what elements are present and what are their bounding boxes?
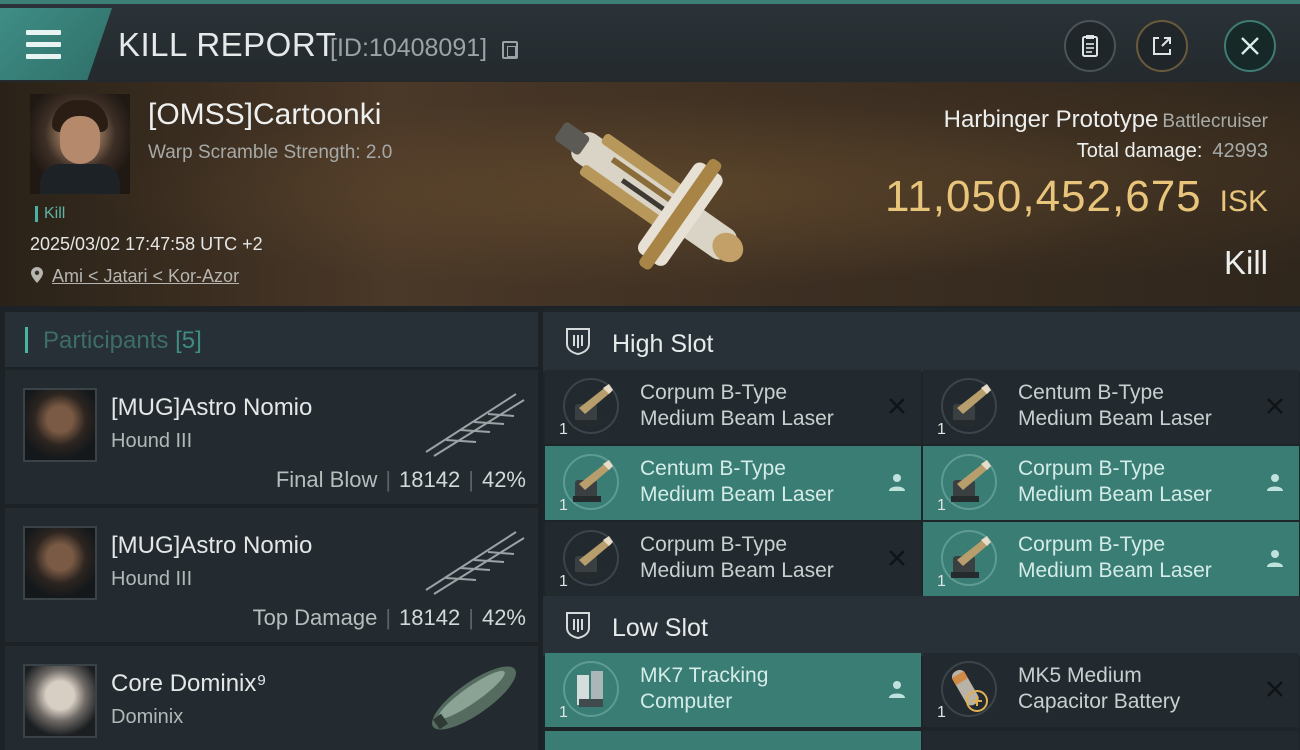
kill-report-window: KILL REPORT [ID:10408091] [OMSS]Cartoonk… (0, 0, 1300, 750)
copy-icon[interactable] (502, 41, 518, 59)
title-bar: KILL REPORT [ID:10408091] (0, 0, 1300, 82)
module-item[interactable]: 1 Corpum B-Type Medium Beam Laser (923, 446, 1299, 520)
beam-laser-icon (563, 378, 619, 434)
module-item[interactable]: 1 Corpum B-Type Medium Beam Laser (923, 522, 1299, 596)
x-icon (1267, 398, 1283, 414)
participant-ship: Hound III (111, 430, 193, 452)
participant-stats: Top Damage | 18142 | 42% (252, 605, 526, 630)
kill-timestamp: 2025/03/02 17:47:58 UTC +2 (30, 234, 263, 254)
close-button[interactable] (1224, 20, 1276, 72)
share-button[interactable] (1136, 20, 1188, 72)
participant-ship: Hound III (111, 568, 193, 590)
person-icon (1267, 474, 1283, 491)
participant-name: [MUG]Astro Nomio (111, 532, 313, 559)
module-name: MK7 Tracking Computer (640, 664, 769, 713)
warp-scramble-strength: Warp Scramble Strength: 2.0 (148, 142, 393, 163)
module-item[interactable]: 1 Corpum B-Type Medium Beam Laser (545, 370, 921, 444)
module-name: Corpum B-Type Medium Beam Laser (1018, 457, 1212, 506)
module-item[interactable]: 1 Corpum B-Type Medium Beam Laser (545, 522, 921, 596)
person-icon (889, 681, 905, 698)
participant-name: [MUG]Astro Nomio (111, 394, 313, 421)
x-icon (889, 550, 905, 566)
module-name: Centum B-Type Medium Beam Laser (1018, 381, 1212, 430)
result-label: Kill (1223, 244, 1268, 281)
participant-ship-image (425, 531, 525, 595)
person-icon (889, 474, 905, 491)
module-item[interactable]: 1 Centum B-Type Medium Beam Laser (923, 370, 1299, 444)
x-icon (1267, 681, 1283, 697)
module-name: Centum B-Type Medium Beam Laser (640, 457, 834, 506)
participants-header: Participants [5] (5, 312, 538, 367)
slot-icon (566, 612, 590, 640)
avatar[interactable] (23, 526, 97, 600)
victim-portrait[interactable] (30, 94, 130, 194)
share-icon (1153, 37, 1171, 55)
victim-name[interactable]: [OMSS]Cartoonki (148, 98, 381, 132)
module-item-partial[interactable] (923, 731, 1299, 750)
participant-row[interactable]: [MUG]Astro Nomio Hound III Top Damage | 18… (5, 508, 538, 642)
beam-laser-icon (941, 378, 997, 434)
participant-ship-image (432, 666, 516, 730)
module-item[interactable]: 1 MK7 Tracking Computer (545, 653, 921, 727)
clipboard-icon (1082, 35, 1098, 57)
menu-button[interactable] (0, 8, 112, 80)
total-damage: Total damage: 42993 (1076, 140, 1268, 162)
report-id: [ID:10408091] (330, 34, 488, 62)
close-icon (1241, 37, 1259, 55)
module-name: MK5 Medium Capacitor Battery (1018, 664, 1181, 713)
person-icon (1267, 550, 1283, 567)
module-item-partial[interactable] (545, 731, 921, 750)
location-link[interactable]: Ami < Jatari < Kor-Azor (52, 266, 239, 287)
capacitor-battery-icon (941, 661, 997, 717)
beam-laser-icon (941, 454, 997, 510)
page-title: KILL REPORT (118, 26, 337, 63)
module-name: Corpum B-Type Medium Beam Laser (1018, 533, 1212, 582)
fitting-panel: High Slot 1 Corpum B-Type Medium Beam Las… (543, 308, 1300, 750)
module-item[interactable]: 1 Centum B-Type Medium Beam Laser (545, 446, 921, 520)
avatar[interactable] (23, 664, 97, 738)
tracking-computer-icon (563, 661, 619, 717)
participant-stats: Final Blow | 18142 | 42% (275, 467, 526, 492)
victim-banner: [OMSS]Cartoonki Warp Scramble Strength: … (0, 82, 1300, 306)
result-tag: Kill (35, 206, 65, 222)
victim-ship-image[interactable] (520, 88, 780, 298)
low-slot-header: Low Slot (543, 596, 1300, 656)
map-pin-icon (31, 267, 43, 283)
module-item[interactable]: 1 MK5 Medium Capacitor Battery (923, 653, 1299, 727)
x-icon (889, 398, 905, 414)
participant-ship: Dominix (111, 706, 184, 728)
participant-row[interactable]: [MUG]Astro Nomio Hound III Final Blow | 18… (5, 370, 538, 504)
module-name: Corpum B-Type Medium Beam Laser (640, 533, 834, 582)
participant-name: Core Dominix⁹ (111, 670, 267, 697)
avatar[interactable] (23, 388, 97, 462)
participant-ship-image (425, 393, 525, 457)
beam-laser-icon (941, 530, 997, 586)
beam-laser-icon (563, 454, 619, 510)
high-slot-header: High Slot (543, 312, 1300, 372)
slot-icon (566, 328, 590, 356)
isk-value: 11,050,452,675 ISK (885, 172, 1268, 221)
beam-laser-icon (563, 530, 619, 586)
clipboard-button[interactable] (1064, 20, 1116, 72)
module-name: Corpum B-Type Medium Beam Laser (640, 381, 834, 430)
victim-ship-name[interactable]: Harbinger Prototype Battlecruiser (944, 106, 1268, 134)
participant-row[interactable]: Core Dominix⁹ Dominix (5, 646, 538, 750)
